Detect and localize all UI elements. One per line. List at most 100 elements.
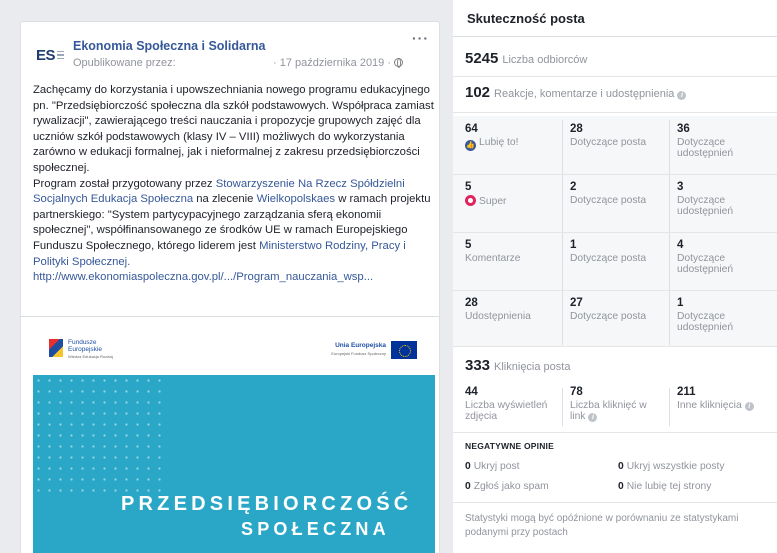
negative-feedback-title: NEGATYWNE OPINIE xyxy=(465,441,554,451)
likes-on-shares-value: 36 xyxy=(677,123,690,135)
love-on-shares: 3 Dotyczące udostępnień xyxy=(677,181,767,218)
more-options-button[interactable]: ··· xyxy=(412,30,429,46)
love-on-shares-label: Dotyczące udostępnień xyxy=(677,194,734,218)
post-text: Zachęcamy do korzystania i upowszechnian… xyxy=(33,83,435,286)
ue-line-1: Unia Europejska xyxy=(335,342,386,349)
published-by-label: Opublikowane przez: xyxy=(73,57,176,69)
love-on-post: 2 Dotyczące posta xyxy=(570,181,647,206)
post-url-link[interactable]: http://www.ekonomiaspoleczna.gov.pl/.../… xyxy=(33,271,373,283)
post-image[interactable]: Fundusze Europejskie Wiedza Edukacja Roz… xyxy=(33,327,435,553)
unia-europejska-logo: Unia Europejska Europejski Fundusz Społe… xyxy=(331,341,417,359)
photo-views-label: Liczba wyświetleń zdjęcia xyxy=(465,399,548,423)
post-divider xyxy=(21,316,439,317)
love-icon xyxy=(465,194,476,206)
link-clicks-label: Liczba kliknięć w link xyxy=(570,399,647,423)
report-spam-label: Zgłoś jako spam xyxy=(473,481,549,492)
fe-sub: Wiedza Edukacja Rozwój xyxy=(68,354,114,359)
image-logo-strip: Fundusze Europejskie Wiedza Edukacja Roz… xyxy=(33,327,435,375)
ue-logo-text: Unia Europejska Europejski Fundusz Społe… xyxy=(331,342,386,358)
shares-stat: 28 Udostępnienia xyxy=(465,297,531,322)
shares-on-post: 27 Dotyczące posta xyxy=(570,297,646,322)
post-date-text: · 17 października 2019 · xyxy=(273,57,392,69)
image-title-line-1: PRZEDSIĘBIORCZOŚĆ xyxy=(121,493,413,515)
hide-all-posts-label: Ukryj wszystkie posty xyxy=(626,461,725,472)
likes-on-shares-label: Dotyczące udostępnień xyxy=(677,136,734,160)
likes-on-post: 28 Dotyczące posta xyxy=(570,123,647,148)
divider-5 xyxy=(453,502,777,503)
eu-flag-icon xyxy=(391,341,417,359)
clicks-vsep-1 xyxy=(562,388,563,426)
post-performance-panel: Skuteczność posta 5245 Liczba odbiorców 1… xyxy=(453,0,777,553)
divider-1 xyxy=(453,76,777,77)
link-clicks-value: 78 xyxy=(570,386,583,398)
photo-views-value: 44 xyxy=(465,386,478,398)
reach-stat: 5245 Liczba odbiorców xyxy=(465,50,587,67)
likes-on-shares: 36 Dotyczące udostępnień xyxy=(677,123,767,160)
comments-value: 5 xyxy=(465,239,472,251)
engagement-label: Reakcje, komentarze i udostępnienia xyxy=(494,88,675,100)
love-on-post-label: Dotyczące posta xyxy=(570,194,647,206)
grid-hsep-2 xyxy=(453,232,777,233)
report-spam-value: 0 xyxy=(465,481,471,492)
comments-stat: 5 Komentarze xyxy=(465,239,521,264)
love-label: Super xyxy=(479,195,507,207)
grid-hsep-1 xyxy=(453,174,777,175)
title-divider xyxy=(453,36,777,37)
clicks-label: Kliknięcia posta xyxy=(494,361,571,373)
post-paragraph-2-mid: na zlecenie xyxy=(193,193,257,206)
unlike-page-stat: 0 Nie lubię tej strony xyxy=(618,481,711,492)
post-paragraph-1: Zachęcamy do korzystania i upowszechnian… xyxy=(33,84,434,174)
shares-on-shares-label: Dotyczące udostępnień xyxy=(677,310,734,334)
fe-logo-mark xyxy=(49,339,63,357)
comments-on-shares-label: Dotyczące udostępnień xyxy=(677,252,734,276)
comments-on-shares-value: 4 xyxy=(677,239,684,251)
clicks-value: 333 xyxy=(465,357,491,374)
divider-3 xyxy=(453,346,777,347)
likes-stat: 64 👍 Lubię to! xyxy=(465,123,519,151)
report-spam-stat: 0 Zgłoś jako spam xyxy=(465,481,549,492)
link-wielkopolskaes[interactable]: Wielkopolskaes xyxy=(257,193,335,205)
comments-on-post: 1 Dotyczące posta xyxy=(570,239,646,264)
likes-on-post-value: 28 xyxy=(570,123,583,135)
post-date[interactable]: · 17 października 2019 · xyxy=(273,57,404,69)
stats-footer-note: Statystyki mogą być opóźnione w porównan… xyxy=(465,513,739,538)
page-avatar[interactable]: ES xyxy=(33,38,67,72)
page-name-link[interactable]: Ekonomia Społeczna i Solidarna xyxy=(73,39,265,53)
hide-post-label: Ukryj post xyxy=(473,461,520,472)
other-clicks-stat: 211 Inne kliknięcia i xyxy=(677,386,772,411)
post-card: ES Ekonomia Społeczna i Solidarna Opubli… xyxy=(20,21,440,553)
info-icon[interactable]: i xyxy=(588,413,598,422)
fe-line-1: Fundusze xyxy=(68,339,97,346)
unlike-page-value: 0 xyxy=(618,481,624,492)
image-title-line-2: SPOŁECZNA xyxy=(241,519,390,539)
love-stat: 5 Super xyxy=(465,181,507,207)
fundusze-europejskie-logo: Fundusze Europejskie Wiedza Edukacja Roz… xyxy=(49,339,113,360)
shares-on-post-value: 27 xyxy=(570,297,583,309)
info-icon[interactable]: i xyxy=(677,91,687,100)
globe-icon xyxy=(394,58,404,68)
grid-hsep-3 xyxy=(453,290,777,291)
love-value: 5 xyxy=(465,181,472,193)
likes-on-post-label: Dotyczące posta xyxy=(570,136,647,148)
comments-on-post-value: 1 xyxy=(570,239,577,251)
ue-sub: Europejski Fundusz Społeczny xyxy=(331,351,386,356)
shares-label: Udostępnienia xyxy=(465,310,531,322)
panel-title: Skuteczność posta xyxy=(467,11,585,26)
shares-value: 28 xyxy=(465,297,478,309)
shares-on-shares-value: 1 xyxy=(677,297,684,309)
shares-on-shares: 1 Dotyczące udostępnień xyxy=(677,297,767,334)
avatar-logo-bars xyxy=(57,50,64,60)
divider-4 xyxy=(453,432,777,433)
clicks-vsep-2 xyxy=(669,388,670,426)
other-clicks-label: Inne kliknięcia xyxy=(677,399,742,411)
fe-line-2: Europejskie xyxy=(68,346,102,353)
post-header: ES Ekonomia Społeczna i Solidarna Opubli… xyxy=(21,22,439,74)
link-clicks-stat: 78 Liczba kliknięć w link i xyxy=(570,386,650,423)
info-icon[interactable]: i xyxy=(744,401,754,411)
divider-2 xyxy=(453,112,777,113)
comments-label: Komentarze xyxy=(465,252,521,264)
fe-logo-text: Fundusze Europejskie Wiedza Edukacja Roz… xyxy=(68,339,113,360)
dot-pattern xyxy=(33,375,163,495)
love-on-shares-value: 3 xyxy=(677,181,684,193)
reach-value: 5245 xyxy=(465,50,499,67)
